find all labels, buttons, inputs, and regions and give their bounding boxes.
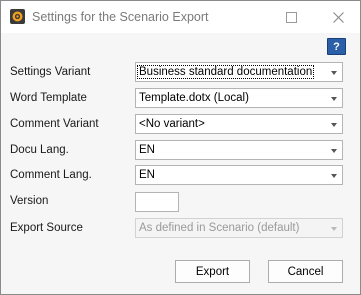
help-button[interactable]: ? (327, 38, 346, 55)
settings-variant-value: Business standard documentation (136, 65, 315, 79)
export-button[interactable]: Export (175, 260, 250, 283)
close-icon (332, 11, 344, 23)
settings-dialog: Settings for the Scenario Export ? Setti… (0, 0, 361, 295)
comment-variant-value: <No variant> (139, 118, 205, 130)
maximize-icon (285, 11, 297, 23)
comment-lang-label: Comment Lang. (10, 169, 92, 181)
comment-variant-label: Comment Variant (10, 118, 99, 130)
export-button-label: Export (195, 265, 230, 278)
chevron-down-icon (331, 149, 337, 153)
version-label: Version (10, 195, 49, 207)
help-icon: ? (333, 40, 340, 53)
export-source-label: Export Source (10, 222, 83, 234)
export-source-select: As defined in Scenario (default) (135, 218, 343, 238)
word-template-value: Template.dotx (Local) (139, 92, 249, 104)
cancel-button-label: Cancel (287, 265, 324, 278)
settings-variant-select[interactable]: Business standard documentation (135, 62, 343, 82)
docu-lang-value: EN (139, 144, 155, 156)
word-template-label: Word Template (10, 92, 87, 104)
chevron-down-icon (331, 97, 337, 101)
chevron-down-icon (331, 174, 337, 178)
chevron-down-icon (331, 71, 337, 75)
comment-lang-select[interactable]: EN (135, 165, 343, 185)
comment-lang-value: EN (139, 169, 155, 181)
version-input[interactable] (135, 192, 179, 212)
word-template-select[interactable]: Template.dotx (Local) (135, 88, 343, 108)
settings-variant-label: Settings Variant (10, 66, 91, 78)
docu-lang-select[interactable]: EN (135, 140, 343, 160)
chevron-down-icon (331, 227, 337, 231)
export-source-value: As defined in Scenario (default) (139, 222, 300, 234)
title-bar: Settings for the Scenario Export (1, 1, 360, 33)
window-title: Settings for the Scenario Export (32, 10, 209, 24)
maximize-button[interactable] (280, 6, 302, 28)
comment-variant-select[interactable]: <No variant> (135, 114, 343, 134)
chevron-down-icon (331, 123, 337, 127)
docu-lang-label: Docu Lang. (10, 144, 69, 156)
close-button[interactable] (327, 6, 349, 28)
app-logo-icon (10, 9, 25, 24)
cancel-button[interactable]: Cancel (268, 260, 343, 283)
